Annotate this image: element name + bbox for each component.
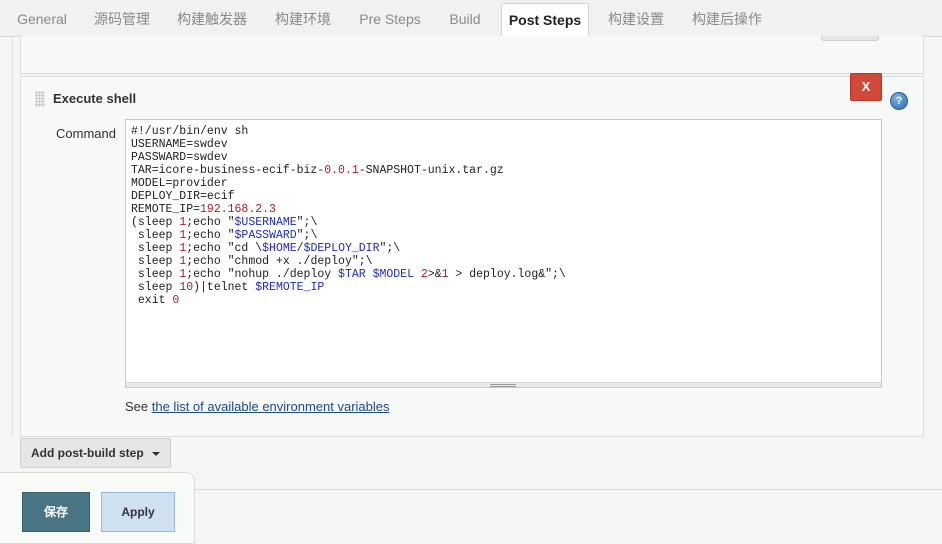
tab-build-triggers[interactable]: 构建触发器 xyxy=(166,0,258,36)
tab-general[interactable]: General xyxy=(6,0,78,36)
command-line: (sleep 1;echo "$USERNAME";\ xyxy=(131,216,318,229)
env-vars-link[interactable]: the list of available environment variab… xyxy=(152,399,390,414)
command-label: Command xyxy=(56,126,116,141)
command-line: TAR=icore-business-ecif-biz-0.0.1-SNAPSH… xyxy=(131,164,504,177)
execute-shell-panel: Execute shell X ? Command #!/usr/bin/env… xyxy=(20,73,924,437)
drag-handle-icon[interactable] xyxy=(35,91,45,107)
add-step-label: Add post-build step xyxy=(31,446,144,460)
previous-step-button-stub[interactable] xyxy=(821,36,879,41)
command-line: MODEL=provider xyxy=(131,177,228,190)
env-vars-hint: See the list of available environment va… xyxy=(125,399,390,414)
tab-bar: General 源码管理 构建触发器 构建环境 Pre Steps Build … xyxy=(0,0,942,38)
tab-post-steps[interactable]: Post Steps xyxy=(501,3,589,38)
command-line: sleep 1;echo "nohup ./deploy $TAR $MODEL… xyxy=(131,268,566,281)
command-line: exit 0 xyxy=(131,294,180,307)
section-title: Execute shell xyxy=(53,91,137,106)
apply-button[interactable]: Apply xyxy=(101,492,175,532)
tab-pre-steps[interactable]: Pre Steps xyxy=(348,0,432,36)
tab-build-environment[interactable]: 构建环境 xyxy=(264,0,342,36)
tab-build[interactable]: Build xyxy=(438,0,492,36)
tab-build-settings[interactable]: 构建设置 xyxy=(596,0,676,36)
command-line: sleep 1;echo "$PASSWARD";\ xyxy=(131,229,318,242)
textarea-resize-handle[interactable] xyxy=(126,382,881,387)
section-divider xyxy=(190,489,942,490)
command-line: DEPLOY_DIR=ecif xyxy=(131,190,235,203)
help-icon[interactable]: ? xyxy=(890,92,908,110)
tab-source-management[interactable]: 源码管理 xyxy=(84,0,160,36)
env-vars-prefix: See xyxy=(125,399,152,414)
page-left-border xyxy=(12,36,13,436)
command-code[interactable]: #!/usr/bin/env sh USERNAME=swdev PASSWAR… xyxy=(131,125,566,307)
command-line: sleep 10)|telnet $REMOTE_IP xyxy=(131,281,325,294)
save-button[interactable]: 保存 xyxy=(22,492,90,532)
command-line: REMOTE_IP=192.168.2.3 xyxy=(131,203,276,216)
caret-down-icon xyxy=(151,451,160,456)
resize-grip-icon xyxy=(490,384,516,385)
add-post-build-step-button[interactable]: Add post-build step xyxy=(20,438,171,468)
command-line: #!/usr/bin/env sh xyxy=(131,125,249,138)
command-line: PASSWARD=swdev xyxy=(131,151,228,164)
command-line: USERNAME=swdev xyxy=(131,138,228,151)
command-line: sleep 1;echo "cd \$HOME/$DEPLOY_DIR";\ xyxy=(131,242,401,255)
delete-step-button[interactable]: X xyxy=(850,73,882,101)
previous-step-panel xyxy=(20,36,924,74)
command-textarea[interactable]: #!/usr/bin/env sh USERNAME=swdev PASSWAR… xyxy=(125,119,882,388)
tab-post-build-actions[interactable]: 构建后操作 xyxy=(682,0,772,36)
command-line: sleep 1;echo "chmod +x ./deploy";\ xyxy=(131,255,373,268)
